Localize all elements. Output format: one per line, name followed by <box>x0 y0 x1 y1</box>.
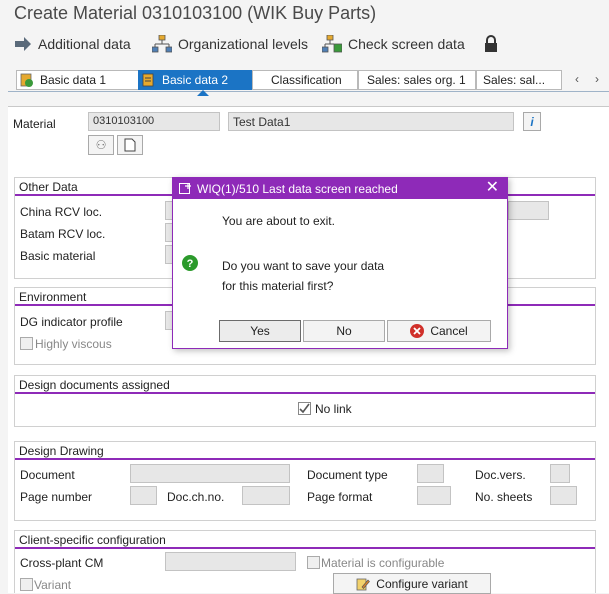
arrow-right-icon <box>15 37 31 51</box>
material-configurable-checkbox[interactable] <box>307 556 320 569</box>
tab-status-icon <box>142 73 154 87</box>
question-icon: ? <box>182 255 198 271</box>
no-sheets-label: No. sheets <box>475 490 533 504</box>
configure-variant-button[interactable]: Configure variant <box>333 573 491 594</box>
check-screen-data-button[interactable]: Check screen data <box>322 34 465 54</box>
no-sheets-field[interactable] <box>550 486 577 505</box>
doc-ch-no-label: Doc.ch.no. <box>167 490 225 504</box>
document-type-field[interactable] <box>417 464 444 483</box>
doc-vers-field[interactable] <box>550 464 570 483</box>
edit-pencil-icon <box>356 578 371 590</box>
group-title: Design documents assigned <box>19 378 170 392</box>
cancel-button[interactable]: Cancel <box>387 320 491 342</box>
material-label: Material <box>13 117 56 131</box>
lock-icon <box>485 35 497 52</box>
basic-material-label: Basic material <box>20 249 96 263</box>
org-levels-label: Organizational levels <box>178 36 308 52</box>
document-icon[interactable] <box>117 135 143 155</box>
variant-label: Variant <box>34 578 72 592</box>
lock-button[interactable] <box>484 34 498 54</box>
tab-sales-org-1[interactable]: Sales: sales org. 1 <box>358 70 476 90</box>
tab-label: Sales: sales org. 1 <box>367 73 466 87</box>
dialog-title: WIQ(1)/510 Last data screen reached <box>197 182 398 196</box>
document-label: Document <box>20 468 75 482</box>
tab-status-icon <box>20 73 33 87</box>
group-title: Client-specific configuration <box>19 533 166 547</box>
tab-label: Classification <box>271 73 342 87</box>
check-screen-icon <box>322 35 342 53</box>
yes-label: Yes <box>250 324 270 338</box>
document-field[interactable] <box>130 464 290 483</box>
dialog-message-line-1: You are about to exit. <box>222 214 335 228</box>
no-link-checkbox[interactable] <box>298 402 311 415</box>
yes-button[interactable]: Yes <box>219 320 301 342</box>
page-format-field[interactable] <box>417 486 451 505</box>
info-icon[interactable]: i <box>523 112 541 131</box>
other-data-extra-field[interactable] <box>508 201 549 220</box>
configure-variant-label: Configure variant <box>376 576 468 591</box>
variant-checkbox[interactable] <box>20 578 33 591</box>
material-configurable-label: Material is configurable <box>321 556 445 570</box>
group-title: Other Data <box>19 180 78 194</box>
tab-scroll-right-icon[interactable]: › <box>595 72 599 86</box>
cancel-icon <box>410 324 425 338</box>
china-rcv-label: China RCV loc. <box>20 205 103 219</box>
additional-data-label: Additional data <box>38 36 131 52</box>
tab-scroll-left-icon[interactable]: ‹ <box>575 72 579 86</box>
page-number-label: Page number <box>20 490 93 504</box>
tab-label: Basic data 1 <box>40 73 107 87</box>
doc-ch-no-field[interactable] <box>242 486 290 505</box>
tab-basic-data-2[interactable]: Basic data 2 <box>138 70 252 90</box>
org-hierarchy-icon <box>152 35 172 53</box>
additional-data-button[interactable]: Additional data <box>14 34 131 54</box>
tab-basic-data-1[interactable]: Basic data 1 <box>16 70 142 90</box>
group-divider <box>15 458 595 460</box>
dialog-message-line-2: Do you want to save your data <box>222 259 385 273</box>
group-title: Design Drawing <box>19 444 104 458</box>
highly-viscous-checkbox[interactable] <box>20 337 33 350</box>
cancel-label: Cancel <box>430 324 468 338</box>
org-levels-button[interactable]: Organizational levels <box>152 34 308 54</box>
close-icon[interactable]: ✕ <box>486 179 499 197</box>
no-label: No <box>336 324 352 338</box>
svg-text:?: ? <box>187 258 194 270</box>
no-button[interactable]: No <box>303 320 385 342</box>
exit-dialog: WIQ(1)/510 Last data screen reached ✕ Yo… <box>172 177 508 349</box>
group-divider <box>15 547 595 549</box>
dialog-window-icon <box>179 183 191 194</box>
check-screen-data-label: Check screen data <box>348 36 465 52</box>
tab-strip: Basic data 1 Basic data 2 Classification… <box>8 70 609 92</box>
window-title: Create Material 0310103100 (WIK Buy Part… <box>14 3 377 23</box>
tab-label: Sales: sal... <box>483 73 546 87</box>
group-design-documents: Design documents assigned <box>14 375 596 427</box>
material-description-field: Test Data1 <box>228 112 514 131</box>
material-number-field: 0310103100 <box>88 112 220 131</box>
doc-vers-label: Doc.vers. <box>475 468 526 482</box>
page-number-field[interactable] <box>130 486 157 505</box>
cross-plant-label: Cross-plant CM <box>20 556 104 570</box>
highly-viscous-label: Highly viscous <box>35 337 112 351</box>
dialog-header: WIQ(1)/510 Last data screen reached ✕ <box>173 178 507 199</box>
no-link-label: No link <box>315 402 352 416</box>
tab-label: Basic data 2 <box>162 73 229 87</box>
group-divider <box>15 392 595 394</box>
dialog-message-line-3: for this material first? <box>222 279 334 293</box>
cross-plant-field[interactable] <box>165 552 296 571</box>
document-type-label: Document type <box>307 468 388 482</box>
glasses-icon[interactable]: ⚇ <box>88 135 114 155</box>
tab-classification[interactable]: Classification <box>252 70 358 90</box>
active-tab-pointer-icon <box>197 90 209 96</box>
page-format-label: Page format <box>307 490 373 504</box>
dg-indicator-label: DG indicator profile <box>20 315 123 329</box>
batam-rcv-label: Batam RCV loc. <box>20 227 106 241</box>
tab-sales-org-2[interactable]: Sales: sal... <box>476 70 562 90</box>
group-title: Environment <box>19 290 87 304</box>
